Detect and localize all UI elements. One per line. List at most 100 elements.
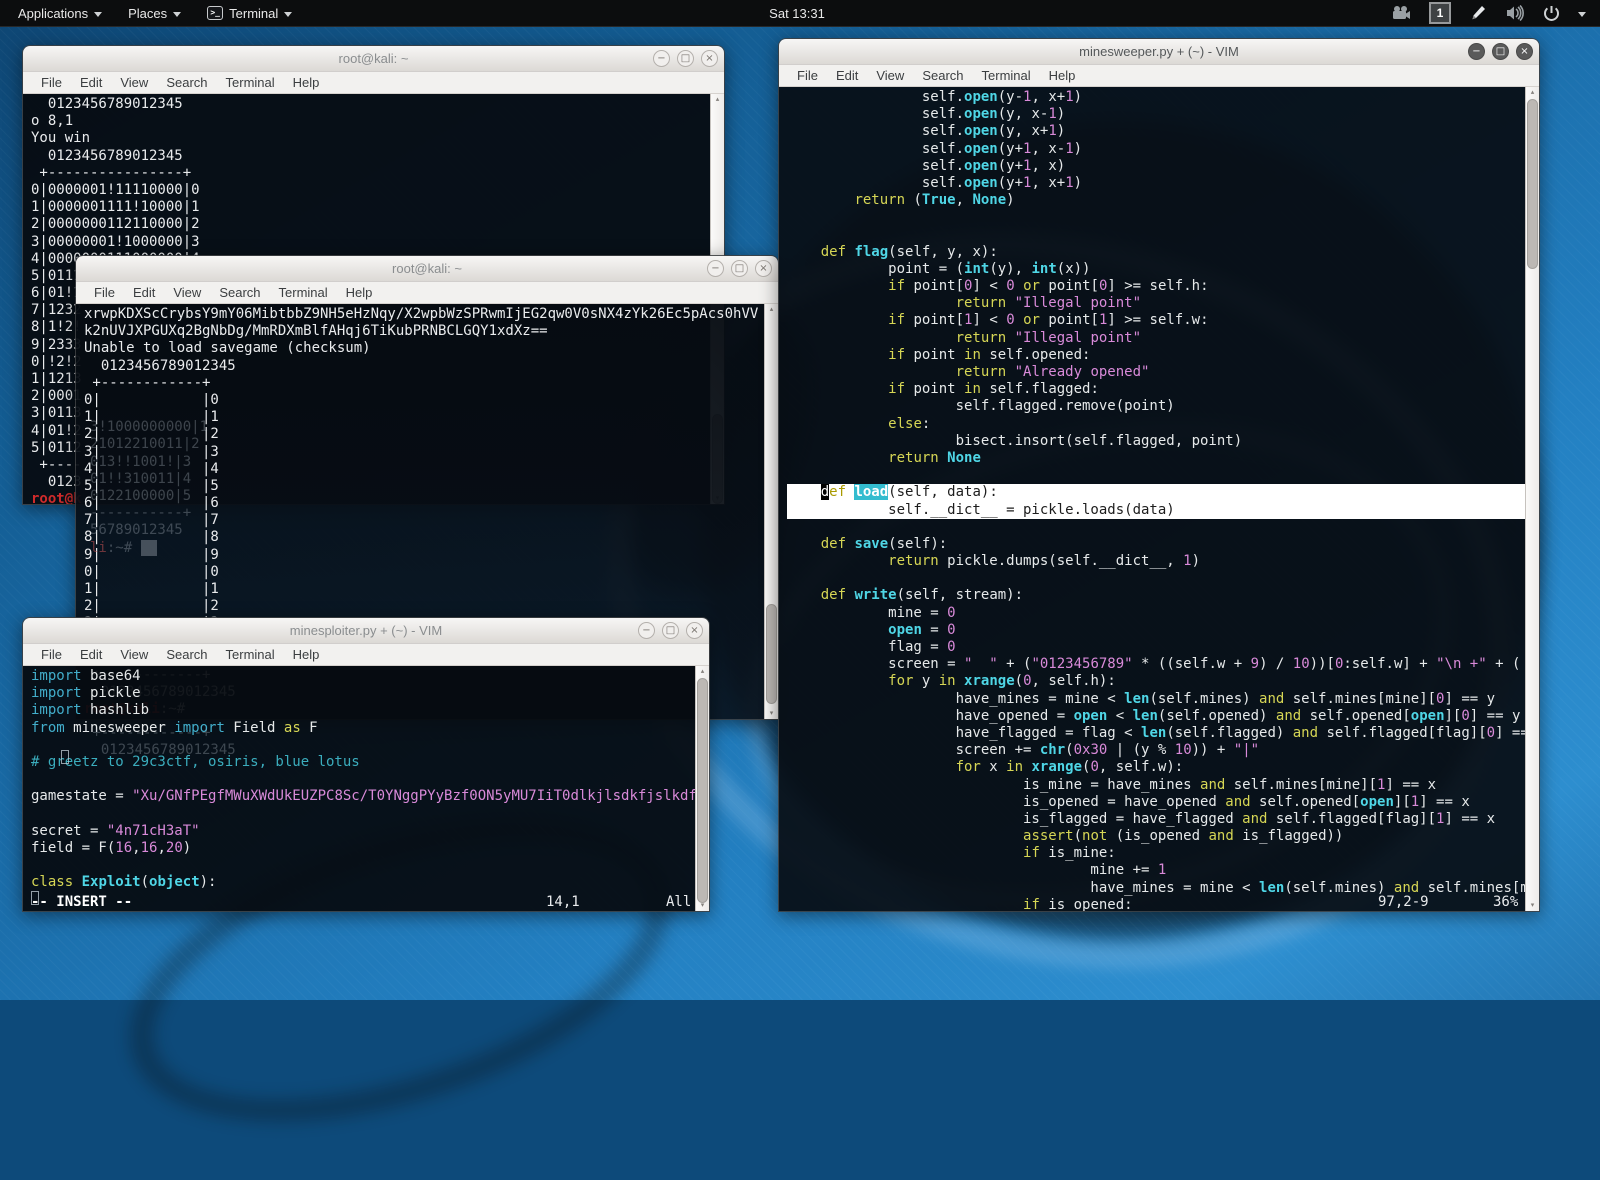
scrollbar-thumb[interactable] <box>1527 99 1538 269</box>
code-token: self.opened: <box>981 347 1091 363</box>
code-token: have_mines = mine < <box>787 691 1124 707</box>
minimize-button[interactable]: − <box>653 50 670 67</box>
maximize-button[interactable]: □ <box>731 260 748 277</box>
scroll-up-icon[interactable]: ▴ <box>711 95 724 104</box>
code-line: is_flagged = have_flagged and self.flagg… <box>787 811 1525 828</box>
menu-item-view[interactable]: View <box>112 645 156 664</box>
code-token: have_flagged = flag < <box>787 725 1141 741</box>
window-title: root@kali: ~ <box>76 256 778 281</box>
top-panel: Applications Places >_ Terminal Sat 13:3… <box>0 0 1600 27</box>
code-token: self.mines[mine][ <box>1225 777 1377 793</box>
code-token <box>787 845 1023 861</box>
terminal-2-titlebar[interactable]: root@kali: ~−□ × <box>76 256 778 282</box>
code-token: from <box>31 720 65 736</box>
code-token: ) <box>1074 89 1082 105</box>
vim-minesploiter-scrollbar[interactable]: ▴▾ <box>695 666 709 911</box>
menu-item-edit[interactable]: Edit <box>72 645 110 664</box>
menu-item-terminal[interactable]: Terminal <box>974 66 1039 85</box>
terminal-1-menubar: FileEditViewSearchTerminalHelp <box>23 72 724 94</box>
code-token: ] == y <box>1495 725 1525 741</box>
code-token: mine += <box>787 862 1158 878</box>
menu-item-view[interactable]: View <box>868 66 912 85</box>
maximize-button[interactable]: □ <box>677 50 694 67</box>
scroll-up-icon[interactable]: ▴ <box>696 667 709 676</box>
menu-item-search[interactable]: Search <box>914 66 971 85</box>
close-button[interactable]: × <box>1516 43 1533 60</box>
code-token <box>787 312 888 328</box>
places-menu[interactable]: Places <box>118 2 191 25</box>
maximize-button[interactable]: □ <box>1492 43 1509 60</box>
code-token: 10 <box>1175 742 1192 758</box>
menu-item-file[interactable]: File <box>86 283 123 302</box>
text-run: 5|0111 <box>31 268 82 284</box>
close-button[interactable]: × <box>686 622 703 639</box>
clock[interactable]: Sat 13:31 <box>759 6 835 21</box>
code-token <box>787 536 821 552</box>
workspace-indicator[interactable]: 1 <box>1429 2 1451 24</box>
menu-item-edit[interactable]: Edit <box>828 66 866 85</box>
code-token: flag <box>854 244 888 260</box>
minimize-button[interactable]: − <box>707 260 724 277</box>
terminal-1-titlebar[interactable]: root@kali: ~−□× <box>23 46 724 72</box>
code-token: for <box>888 673 913 689</box>
code-line: is_opened = have_opened and self.opened[… <box>787 794 1525 811</box>
menu-item-view[interactable]: View <box>165 283 209 302</box>
code-token: None <box>972 192 1006 208</box>
scroll-up-icon[interactable]: ▴ <box>1526 88 1539 97</box>
menu-item-file[interactable]: File <box>33 645 70 664</box>
system-caret-icon[interactable] <box>1578 12 1586 17</box>
code-token: (self.flagged) <box>1166 725 1292 741</box>
terminal-line: 0123456789012345 <box>31 148 710 165</box>
applications-menu[interactable]: Applications <box>8 2 112 25</box>
menu-item-terminal[interactable]: Terminal <box>271 283 336 302</box>
code-token: field = F( <box>31 840 115 856</box>
menu-item-help[interactable]: Help <box>1041 66 1084 85</box>
vim-minesweeper-titlebar[interactable]: minesweeper.py + (~) - VIM−□× <box>779 39 1539 65</box>
pen-icon[interactable] <box>1469 4 1487 22</box>
menu-item-search[interactable]: Search <box>158 73 215 92</box>
text-run: Unable to load savegame (checksum) <box>84 340 371 356</box>
menu-item-terminal[interactable]: Terminal <box>218 73 283 92</box>
terminal-line: 8| |8 <box>84 529 764 546</box>
code-token: , x- <box>1031 141 1065 157</box>
close-button[interactable]: × <box>755 260 772 277</box>
vim-minesweeper-scrollbar[interactable]: ▴▾ <box>1525 87 1539 911</box>
vim-minesploiter-titlebar[interactable]: minesploiter.py + (~) - VIM−□× <box>23 618 709 644</box>
code-token: "Illegal point" <box>1015 330 1141 346</box>
volume-icon[interactable] <box>1505 5 1525 21</box>
menu-item-file[interactable]: File <box>789 66 826 85</box>
menu-item-help[interactable]: Help <box>285 73 328 92</box>
menu-item-help[interactable]: Help <box>285 645 328 664</box>
terminal-2-scrollbar[interactable]: ▴▾ <box>764 304 778 719</box>
menu-item-edit[interactable]: Edit <box>72 73 110 92</box>
close-button[interactable]: × <box>701 50 718 67</box>
text-run: 0123456789012345 <box>84 358 236 374</box>
menu-item-edit[interactable]: Edit <box>125 283 163 302</box>
menu-item-terminal[interactable]: Terminal <box>218 645 283 664</box>
code-line: self.open(y+1, x-1) <box>787 141 1525 158</box>
scroll-down-icon[interactable]: ▾ <box>765 709 778 718</box>
scroll-up-icon[interactable]: ▴ <box>765 305 778 314</box>
menu-item-search[interactable]: Search <box>211 283 268 302</box>
scrollbar-thumb[interactable] <box>697 678 708 903</box>
text-run: 1|0000001111!10000|1 <box>31 199 200 215</box>
menu-item-view[interactable]: View <box>112 73 156 92</box>
code-token <box>141 540 158 556</box>
maximize-button[interactable]: □ <box>662 622 679 639</box>
minimize-button[interactable]: − <box>1468 43 1485 60</box>
terminal-appmenu[interactable]: >_ Terminal <box>197 2 302 25</box>
screen-recorder-icon[interactable] <box>1391 5 1411 21</box>
power-icon[interactable] <box>1543 5 1560 22</box>
minimize-button[interactable]: − <box>638 622 655 639</box>
code-token: < <box>1107 708 1132 724</box>
menu-item-file[interactable]: File <box>33 73 70 92</box>
code-token: return <box>956 364 1007 380</box>
menu-item-search[interactable]: Search <box>158 645 215 664</box>
menu-item-help[interactable]: Help <box>338 283 381 302</box>
vim-minesweeper-statusline: 97,2-936% <box>779 894 1539 911</box>
scrollbar-thumb[interactable] <box>766 604 777 704</box>
code-line: have_flagged = flag < len(self.flagged) … <box>787 725 1525 742</box>
code-token: self. <box>787 106 964 122</box>
code-token: and <box>1242 811 1267 827</box>
ghost-text: 013!!1001!|3 <box>90 454 191 471</box>
